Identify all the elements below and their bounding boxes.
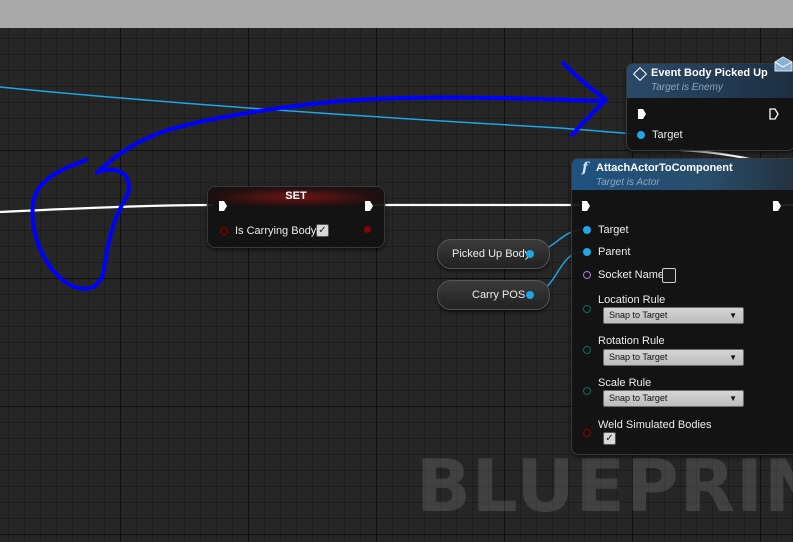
attach-location-rule-label: Location Rule	[598, 294, 666, 306]
object-wire-event-target	[0, 86, 639, 135]
location-rule-dropdown[interactable]: Snap to Target ▼	[603, 307, 744, 324]
scale-rule-dropdown[interactable]: Snap to Target ▼	[603, 390, 744, 407]
function-node-header: f AttachActorToComponent Target is Actor	[572, 159, 793, 190]
rotation-rule-dropdown[interactable]: Snap to Target ▼	[603, 349, 744, 366]
function-node-title: AttachActorToComponent	[596, 162, 733, 174]
carry-pos-out-pin[interactable]	[526, 291, 534, 299]
attach-weld-pin[interactable]	[583, 429, 591, 437]
event-node-subtitle: Target is Enemy	[651, 82, 723, 93]
set-node-header: SET	[208, 187, 384, 207]
chevron-down-icon: ▼	[729, 394, 737, 403]
set-bool-out-pin[interactable]	[364, 226, 371, 233]
attach-parent-label: Parent	[598, 246, 631, 258]
event-node-title: Event Body Picked Up	[651, 67, 768, 79]
set-value-checkbox[interactable]: ✓	[316, 224, 329, 237]
event-node-header: Event Body Picked Up Target is Enemy	[627, 64, 793, 98]
attach-target-pin[interactable]	[583, 226, 591, 234]
set-node-title: SET	[285, 190, 307, 202]
attach-target-label: Target	[598, 224, 629, 236]
attach-location-rule-pin[interactable]	[583, 305, 591, 313]
carry-pos-var-node[interactable]: Carry POS	[437, 280, 550, 310]
attach-scale-rule-label: Scale Rule	[598, 377, 652, 389]
attach-actor-to-component-node[interactable]: f AttachActorToComponent Target is Actor…	[571, 158, 793, 455]
picked-up-body-var-node[interactable]: Picked Up Body	[437, 239, 550, 269]
picked-up-body-out-pin[interactable]	[526, 250, 534, 258]
scale-rule-value: Snap to Target	[609, 393, 668, 403]
event-exec-out-pin-right[interactable]	[769, 108, 779, 120]
attach-exec-out-pin[interactable]	[772, 200, 782, 212]
event-exec-out-pin[interactable]	[637, 108, 647, 120]
set-is-carrying-body-node[interactable]: SET Is Carrying Body ✓	[207, 186, 385, 248]
weld-checkbox[interactable]: ✓	[603, 432, 616, 445]
function-node-subtitle: Target is Actor	[596, 177, 660, 188]
event-diamond-icon	[632, 66, 648, 82]
socket-name-input[interactable]	[662, 268, 676, 283]
set-exec-in-pin[interactable]	[218, 200, 228, 212]
event-target-label: Target	[652, 129, 683, 141]
attach-parent-pin[interactable]	[583, 248, 591, 256]
attach-scale-rule-pin[interactable]	[583, 387, 591, 395]
set-bool-in-pin[interactable]	[220, 227, 228, 235]
picked-up-body-label: Picked Up Body	[452, 248, 531, 260]
chevron-down-icon: ▼	[729, 353, 737, 362]
set-var-label: Is Carrying Body	[235, 225, 317, 237]
attach-socket-name-label: Socket Name	[598, 269, 665, 281]
event-body-picked-up-node[interactable]: Event Body Picked Up Target is Enemy Tar…	[626, 63, 793, 151]
attach-rotation-rule-label: Rotation Rule	[598, 335, 665, 347]
location-rule-value: Snap to Target	[609, 310, 668, 320]
attach-rotation-rule-pin[interactable]	[583, 346, 591, 354]
attach-exec-in-pin[interactable]	[581, 200, 591, 212]
set-exec-out-pin[interactable]	[364, 200, 374, 212]
attach-weld-label: Weld Simulated Bodies	[598, 419, 712, 431]
chevron-down-icon: ▼	[729, 311, 737, 320]
event-target-pin[interactable]	[637, 131, 645, 139]
function-f-icon: f	[582, 160, 589, 176]
rotation-rule-value: Snap to Target	[609, 352, 668, 362]
envelope-icon	[774, 56, 793, 72]
attach-socket-name-pin[interactable]	[583, 271, 591, 279]
carry-pos-label: Carry POS	[472, 289, 526, 301]
